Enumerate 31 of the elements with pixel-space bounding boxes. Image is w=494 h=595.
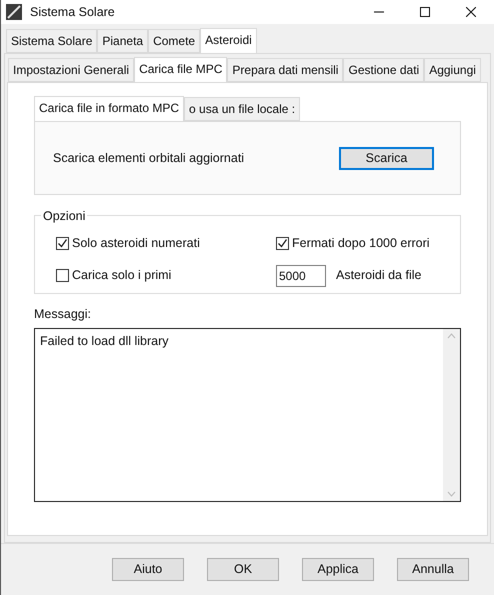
tab[interactable]: Pianeta	[97, 29, 148, 53]
close-icon[interactable]	[466, 7, 476, 17]
download-label: Scarica elementi orbitali aggiornati	[53, 150, 244, 167]
dialog-button[interactable]: Aiuto	[112, 558, 184, 581]
tab[interactable]: Aggiungi	[424, 58, 481, 82]
count-label: Asteroidi da file	[336, 267, 422, 284]
checkbox-label: Carica solo i primi	[72, 267, 172, 284]
app-icon	[6, 4, 22, 20]
checkbox-label: Fermati dopo 1000 errori	[292, 235, 430, 252]
tab[interactable]: Comete	[148, 29, 200, 53]
tab[interactable]: Sistema Solare	[6, 29, 98, 53]
tab[interactable]: Carica file in formato MPC	[34, 96, 184, 122]
tab[interactable]: o usa un file locale :	[184, 97, 300, 121]
tab[interactable]: Impostazioni Generali	[8, 58, 134, 82]
window-title: Sistema Solare	[30, 4, 115, 21]
tab[interactable]: Carica file MPC	[134, 57, 228, 83]
message-text: Failed to load dll library	[39, 332, 170, 350]
dialog-button[interactable]: Annulla	[397, 558, 469, 581]
tab[interactable]: Gestione dati	[343, 58, 424, 82]
checkbox-label: Solo asteroidi numerati	[72, 235, 200, 252]
dialog-button[interactable]: OK	[207, 558, 279, 581]
messages-label: Messaggi:	[34, 306, 92, 323]
checkbox[interactable]	[56, 236, 69, 250]
tab[interactable]: Prepara dati mensili	[227, 58, 344, 82]
download-button[interactable]: Scarica	[339, 146, 434, 170]
tab[interactable]: Asteroidi	[200, 28, 257, 54]
checkbox[interactable]	[276, 236, 289, 250]
count-field[interactable]: 5000	[276, 264, 326, 287]
dialog-button[interactable]: Applica	[302, 558, 374, 581]
maximize-icon[interactable]	[420, 7, 430, 17]
checkbox[interactable]	[56, 269, 69, 282]
